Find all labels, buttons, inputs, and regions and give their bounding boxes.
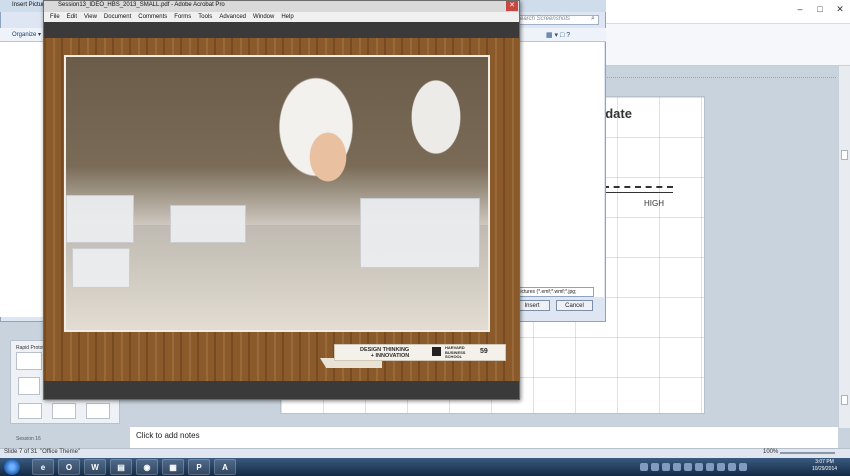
clock[interactable]: 3:07 PM 10/29/2014 [812,459,837,473]
powerpoint-ribbon [600,24,850,66]
tray-icon[interactable] [695,463,703,471]
maximize-icon[interactable]: □ [814,4,826,14]
cancel-button[interactable]: Cancel [556,300,593,311]
view-options-icon[interactable]: ▦ ▾ □ ? [546,31,570,39]
zoom-slider[interactable] [780,452,835,454]
pdf-page-number: 59 [480,348,488,355]
tray-icon[interactable] [651,463,659,471]
menu-edit[interactable]: Edit [67,14,77,20]
zoom-level: 100% [763,449,779,455]
menu-tools[interactable]: Tools [198,14,212,20]
tray-icon[interactable] [728,463,736,471]
slide-dashed-line [603,186,673,188]
slide-label-high: HIGH [644,199,664,208]
acrobat-bottom-bar [44,381,519,399]
file-list-pane[interactable] [510,42,604,297]
vertical-scrollbar[interactable] [838,66,850,428]
school-name: HARVARD BUSINESS SCHOOL [445,345,465,360]
slide-solid-line [603,192,673,193]
scroll-down-icon[interactable] [841,395,848,405]
search-icon[interactable]: ⌕ [591,15,595,23]
tray-icon[interactable] [706,463,714,471]
pdf-footer-course: DESIGN THINKING + INNOVATION [360,347,409,359]
status-theme: "Office Theme" [40,449,81,455]
status-slide-count: Slide 7 of 31 [4,449,38,455]
organize-button[interactable]: Organize ▾ [12,31,41,38]
menu-file[interactable]: File [50,14,60,20]
slide-thumbnail[interactable] [86,403,110,419]
window-controls: – □ ✕ [790,0,850,18]
photo-container [170,205,246,243]
tray-icon[interactable] [684,463,692,471]
photo-container [66,195,134,243]
notes-placeholder[interactable]: Click to add notes [136,431,200,440]
tray-icon[interactable] [739,463,747,471]
clock-time: 3:07 PM [815,459,834,465]
menu-help[interactable]: Help [281,14,293,20]
menu-advanced[interactable]: Advanced [219,14,246,20]
powerpoint-icon[interactable]: P [188,459,210,475]
notes-pane[interactable] [130,426,838,448]
explorer-icon[interactable]: ▤ [110,459,132,475]
filetype-select[interactable]: Pictures (*.emf;*.wmf;*.jpg; [514,287,594,297]
acrobat-menubar: File Edit View Document Comments Forms T… [44,12,519,22]
photo-container [360,198,480,268]
ie-icon[interactable]: e [32,459,54,475]
close-icon[interactable]: ✕ [506,1,518,11]
menu-forms[interactable]: Forms [174,14,191,20]
photo-container [72,248,130,288]
slide-thumbnail[interactable] [52,403,76,419]
ruler [600,72,836,78]
start-button[interactable] [4,459,20,475]
menu-window[interactable]: Window [253,14,274,20]
status-bar [0,448,850,458]
school-line-3: SCHOOL [445,354,463,359]
menu-comments[interactable]: Comments [138,14,167,20]
menu-document[interactable]: Document [104,14,131,20]
search-placeholder: Search Screenshots [516,16,571,22]
acrobat-toolbar [44,22,519,38]
system-tray [640,461,800,473]
slide-thumbnail[interactable] [18,403,42,419]
clock-date: 10/29/2014 [812,466,838,472]
session-label: Session 16 [16,436,41,442]
course-line-2: + INNOVATION [370,353,410,359]
slide-thumbnail[interactable] [16,352,42,370]
tray-icon[interactable] [640,463,648,471]
tray-icon[interactable] [717,463,725,471]
word-icon[interactable]: W [84,459,106,475]
close-icon[interactable]: ✕ [834,4,846,14]
navigation-pane[interactable] [0,42,46,317]
outlook-icon[interactable]: O [58,459,80,475]
scroll-up-icon[interactable] [841,150,848,160]
tray-icon[interactable] [673,463,681,471]
chrome-icon[interactable]: ◉ [136,459,158,475]
menu-view[interactable]: View [84,14,97,20]
photos-icon[interactable]: ▦ [162,459,184,475]
acrobat-title: Session13_IDEO_HBS_2013_SMALL.pdf - Adob… [58,2,225,8]
acrobat-icon[interactable]: A [214,459,236,475]
minimize-icon[interactable]: – [794,4,806,14]
tray-icon[interactable] [662,463,670,471]
qr-icon [432,347,441,356]
slide-thumbnail[interactable] [18,377,40,395]
